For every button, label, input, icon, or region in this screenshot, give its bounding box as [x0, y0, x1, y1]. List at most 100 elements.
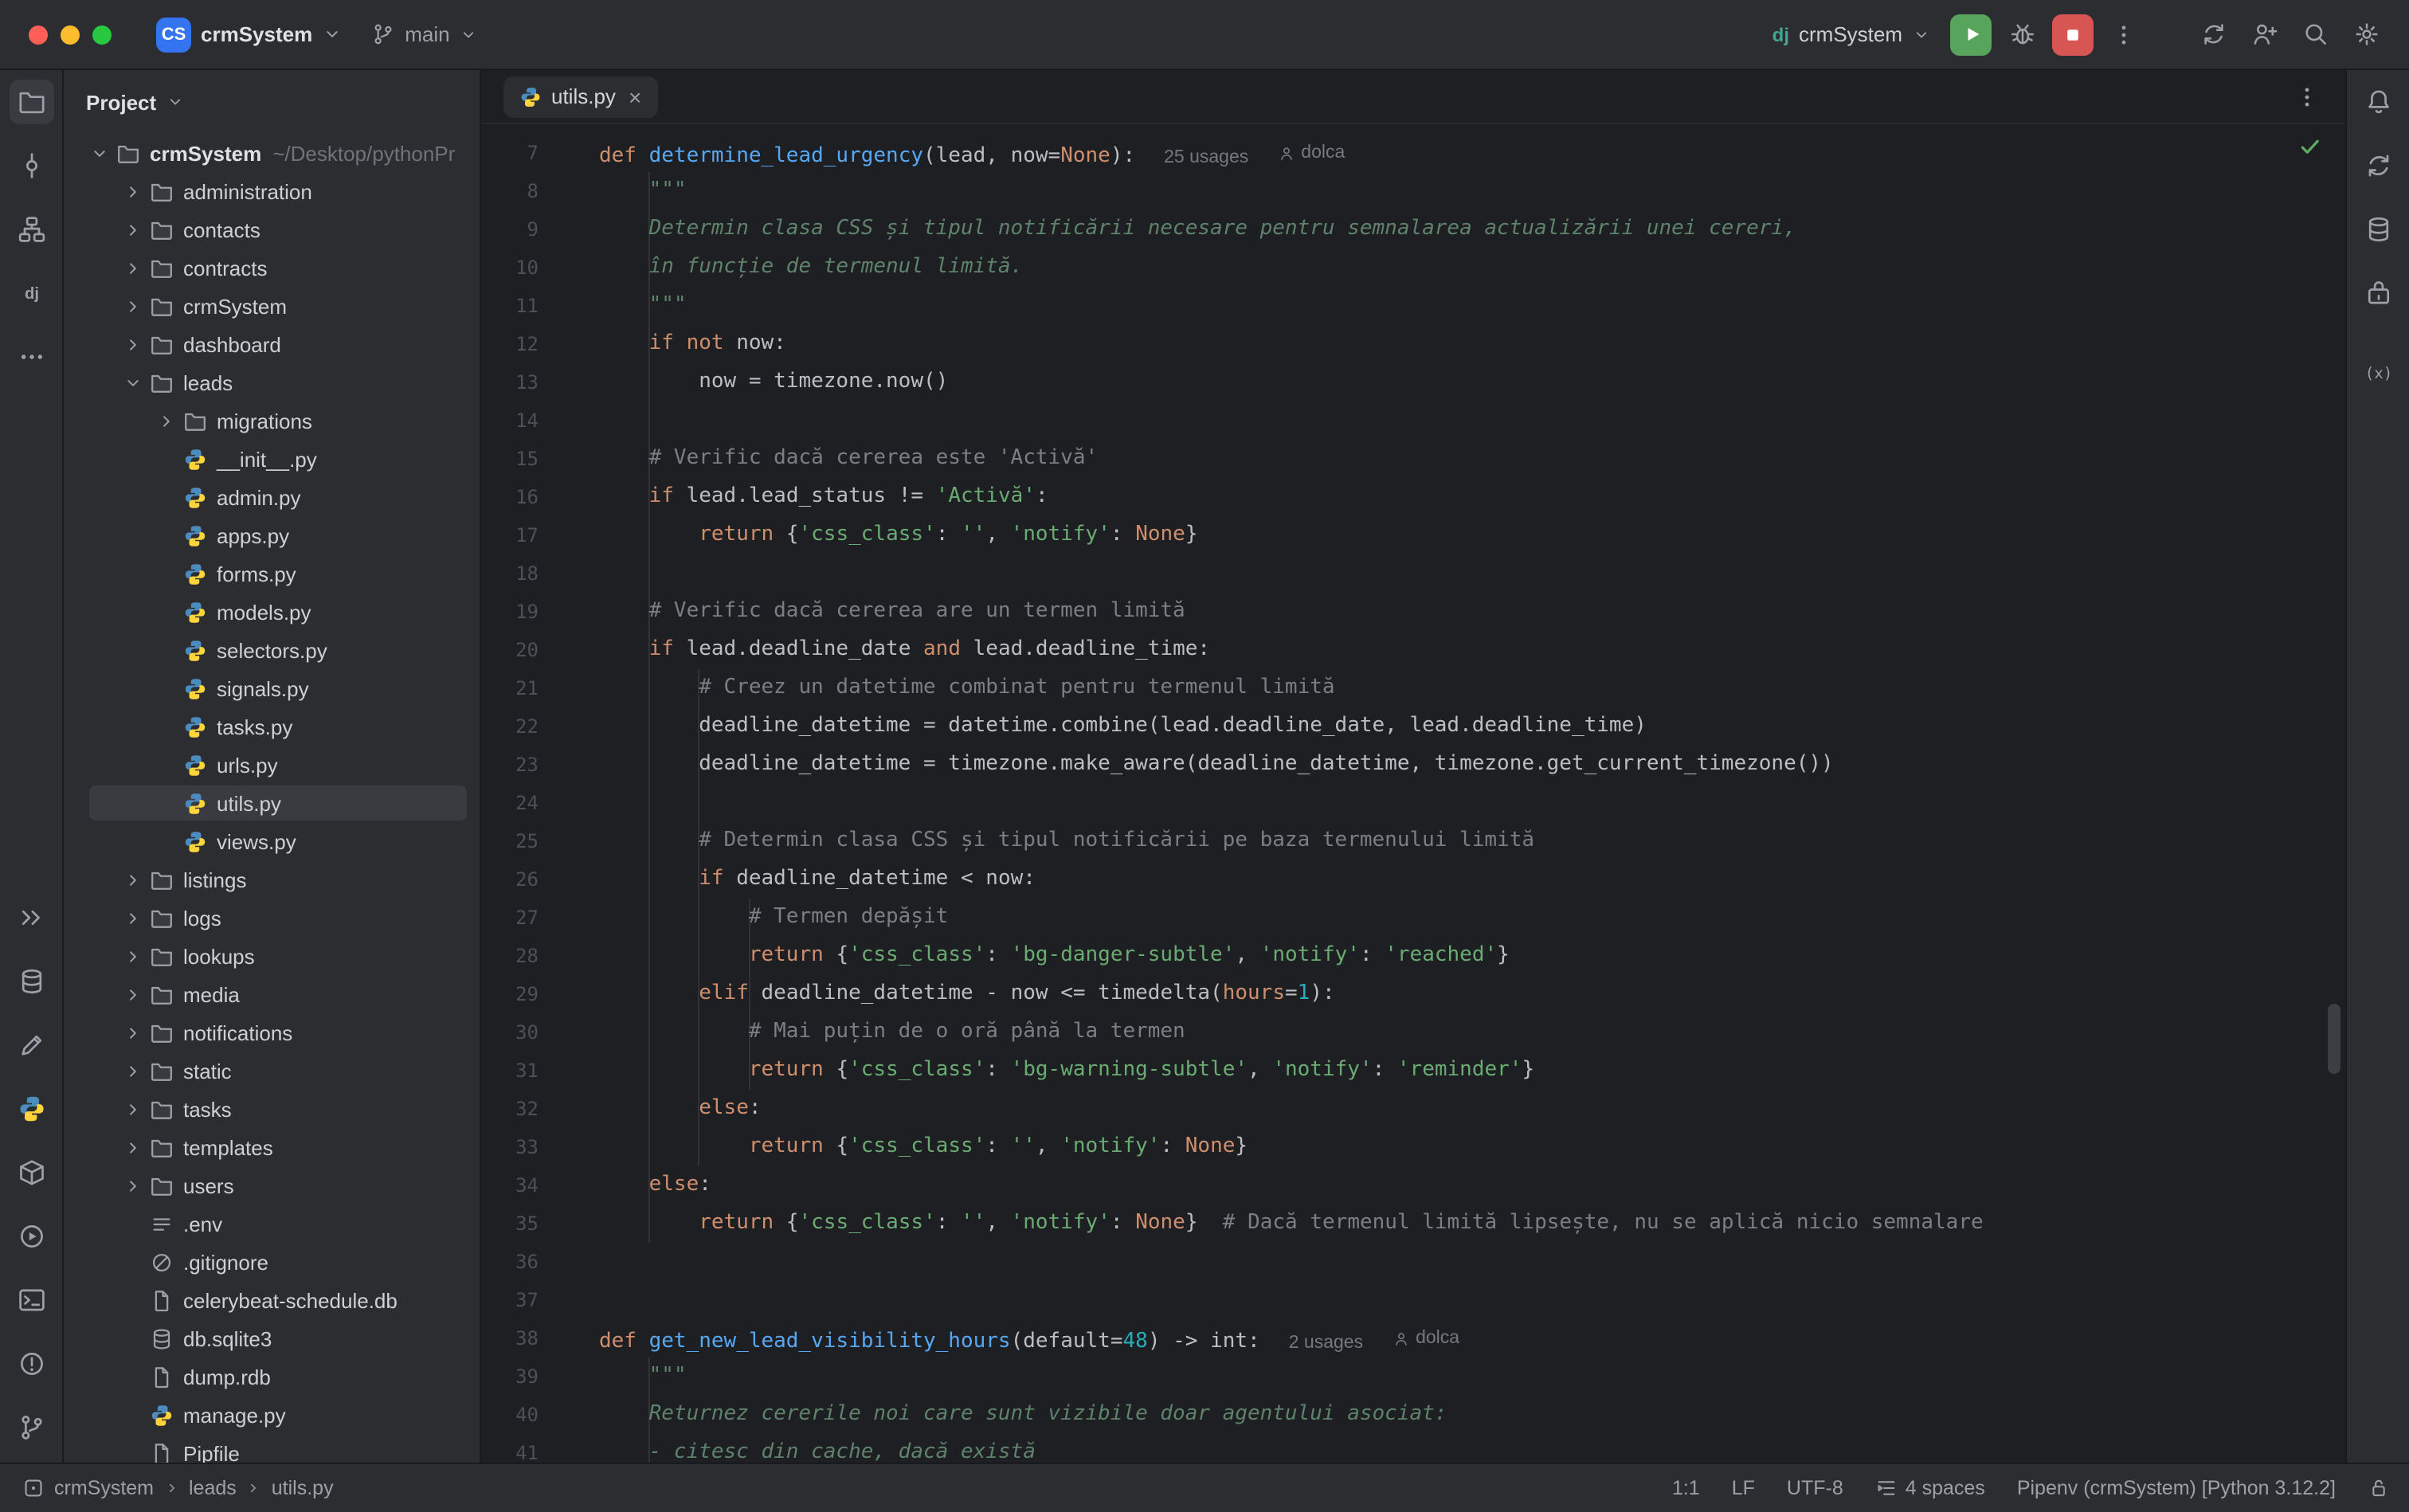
chevron-right-icon[interactable]	[119, 1096, 145, 1122]
status-caret-position[interactable]: 1:1	[1672, 1477, 1700, 1499]
code-line[interactable]: 21 # Creez un datetime combinat pentru t…	[481, 669, 2345, 707]
line-number[interactable]: 18	[481, 554, 539, 593]
code-line[interactable]: 36	[481, 1243, 2345, 1281]
chevron-down-icon[interactable]	[86, 140, 112, 166]
code-line[interactable]: 25 # Determin clasa CSS și tipul notific…	[481, 822, 2345, 860]
line-number[interactable]: 17	[481, 516, 539, 554]
tree-item-gitignore[interactable]: .gitignore	[64, 1243, 480, 1281]
tool-database-button[interactable]	[2356, 207, 2400, 252]
chevron-right-icon[interactable]	[119, 1134, 145, 1160]
code-line[interactable]: 13 now = timezone.now()	[481, 363, 2345, 402]
editor-scrollbar[interactable]	[2328, 1004, 2340, 1074]
chevron-right-icon[interactable]	[153, 408, 178, 433]
chevron-right-icon[interactable]	[119, 255, 145, 280]
line-number[interactable]: 30	[481, 1013, 539, 1052]
code-editor[interactable]: 7def determine_lead_urgency(lead, now=No…	[481, 124, 2345, 1463]
project-panel-header[interactable]: Project	[64, 70, 480, 134]
tree-item-administration[interactable]: administration	[64, 172, 480, 210]
line-number[interactable]: 12	[481, 325, 539, 363]
tree-item-media[interactable]: media	[64, 975, 480, 1013]
chevron-down-icon[interactable]	[119, 370, 145, 395]
code-line[interactable]: 38def get_new_lead_visibility_hours(defa…	[481, 1319, 2345, 1357]
tree-item-db-sqlite3[interactable]: db.sqlite3	[64, 1319, 480, 1357]
breadcrumb-leads[interactable]: leads	[189, 1477, 237, 1499]
tool-python-packages-button[interactable]	[9, 1150, 53, 1195]
status-file-encoding[interactable]: UTF-8	[1787, 1477, 1843, 1499]
line-number[interactable]: 11	[481, 287, 539, 325]
tree-item-env[interactable]: .env	[64, 1205, 480, 1243]
tool-project-button[interactable]	[9, 80, 53, 124]
tool-structure-button[interactable]	[9, 207, 53, 252]
tool-ai-assistant-button[interactable]	[2356, 143, 2400, 188]
code-line[interactable]: 23 deadline_datetime = timezone.make_awa…	[481, 746, 2345, 784]
code-line[interactable]: 31 return {'css_class': 'bg-warning-subt…	[481, 1052, 2345, 1090]
branch-widget[interactable]: main	[362, 18, 488, 51]
tree-item-crmsystem[interactable]: crmSystem	[64, 287, 480, 325]
tree-item-dashboard[interactable]: dashboard	[64, 325, 480, 363]
line-number[interactable]: 36	[481, 1243, 539, 1281]
tree-item-apps-py[interactable]: apps.py	[64, 516, 480, 554]
chevron-right-icon[interactable]	[119, 331, 145, 357]
code-line[interactable]: 19 # Verific dacă cererea are un termen …	[481, 593, 2345, 631]
code-line[interactable]: 8 """	[481, 172, 2345, 210]
line-number[interactable]: 27	[481, 899, 539, 937]
code-line[interactable]: 37	[481, 1281, 2345, 1319]
code-line[interactable]: 12 if not now:	[481, 325, 2345, 363]
tree-item-contacts[interactable]: contacts	[64, 210, 480, 249]
code-line[interactable]: 10 în funcție de termenul limită.	[481, 249, 2345, 287]
tool-services-button[interactable]	[9, 1214, 53, 1259]
tree-item-tasks[interactable]: tasks	[64, 1090, 480, 1128]
line-number[interactable]: 28	[481, 937, 539, 975]
breadcrumb-crmsystem[interactable]: crmSystem	[54, 1477, 154, 1499]
tree-item-init-py[interactable]: __init__.py	[64, 440, 480, 478]
line-number[interactable]: 32	[481, 1090, 539, 1128]
tool-python-console-button[interactable]	[9, 1087, 53, 1131]
line-number[interactable]: 35	[481, 1205, 539, 1243]
line-number[interactable]: 26	[481, 860, 539, 899]
status-indent-style[interactable]: 4 spaces	[1875, 1477, 1985, 1499]
tool-commit-button[interactable]	[9, 143, 53, 188]
stop-button[interactable]	[2052, 14, 2094, 55]
search-everywhere-button[interactable]	[2294, 14, 2336, 55]
inspections-ok-icon[interactable]	[2297, 134, 2323, 159]
line-number[interactable]: 20	[481, 631, 539, 669]
run-config-widget[interactable]: dj crmSystem	[1763, 18, 1941, 51]
code-with-me-button[interactable]	[2243, 14, 2285, 55]
chevron-right-icon[interactable]	[119, 1020, 145, 1045]
line-number[interactable]: 41	[481, 1434, 539, 1463]
line-number[interactable]: 16	[481, 478, 539, 516]
line-number[interactable]: 15	[481, 440, 539, 478]
run-button[interactable]	[1950, 14, 1992, 55]
code-line[interactable]: 35 return {'css_class': '', 'notify': No…	[481, 1205, 2345, 1243]
chevron-right-icon[interactable]	[119, 1173, 145, 1198]
code-line[interactable]: 30 # Mai puțin de o oră până la termen	[481, 1013, 2345, 1052]
tab-utils-py[interactable]: utils.py ×	[503, 76, 657, 117]
chevron-right-icon[interactable]	[119, 293, 145, 319]
line-number[interactable]: 23	[481, 746, 539, 784]
tree-item-logs[interactable]: logs	[64, 899, 480, 937]
tree-item-listings[interactable]: listings	[64, 860, 480, 899]
code-line[interactable]: 32 else:	[481, 1090, 2345, 1128]
tool-database-button[interactable]	[9, 959, 53, 1004]
tree-item-tasks-py[interactable]: tasks.py	[64, 707, 480, 746]
usages-inlay-hint[interactable]: 25 usages	[1164, 147, 1248, 166]
chevron-right-icon[interactable]	[119, 981, 145, 1007]
status-file-writable[interactable]	[2368, 1477, 2390, 1499]
tree-item-templates[interactable]: templates	[64, 1128, 480, 1166]
tree-item-models-py[interactable]: models.py	[64, 593, 480, 631]
zoom-window-button[interactable]	[92, 25, 112, 44]
tree-item-users[interactable]: users	[64, 1166, 480, 1205]
tool-version-control-button[interactable]	[9, 1405, 53, 1450]
tree-item-admin-py[interactable]: admin.py	[64, 478, 480, 516]
code-line[interactable]: 29 elif deadline_datetime - now <= timed…	[481, 975, 2345, 1013]
status-line-separator[interactable]: LF	[1732, 1477, 1755, 1499]
line-number[interactable]: 25	[481, 822, 539, 860]
tool-notes-button[interactable]	[9, 1023, 53, 1067]
code-line[interactable]: 22 deadline_datetime = datetime.combine(…	[481, 707, 2345, 746]
breadcrumb-utils-py[interactable]: utils.py	[272, 1477, 334, 1499]
tool-more-button[interactable]	[9, 335, 53, 379]
code-line[interactable]: 9 Determin clasa CSS și tipul notificări…	[481, 210, 2345, 249]
tree-item-leads[interactable]: leads	[64, 363, 480, 402]
line-number[interactable]: 37	[481, 1281, 539, 1319]
line-number[interactable]: 10	[481, 249, 539, 287]
